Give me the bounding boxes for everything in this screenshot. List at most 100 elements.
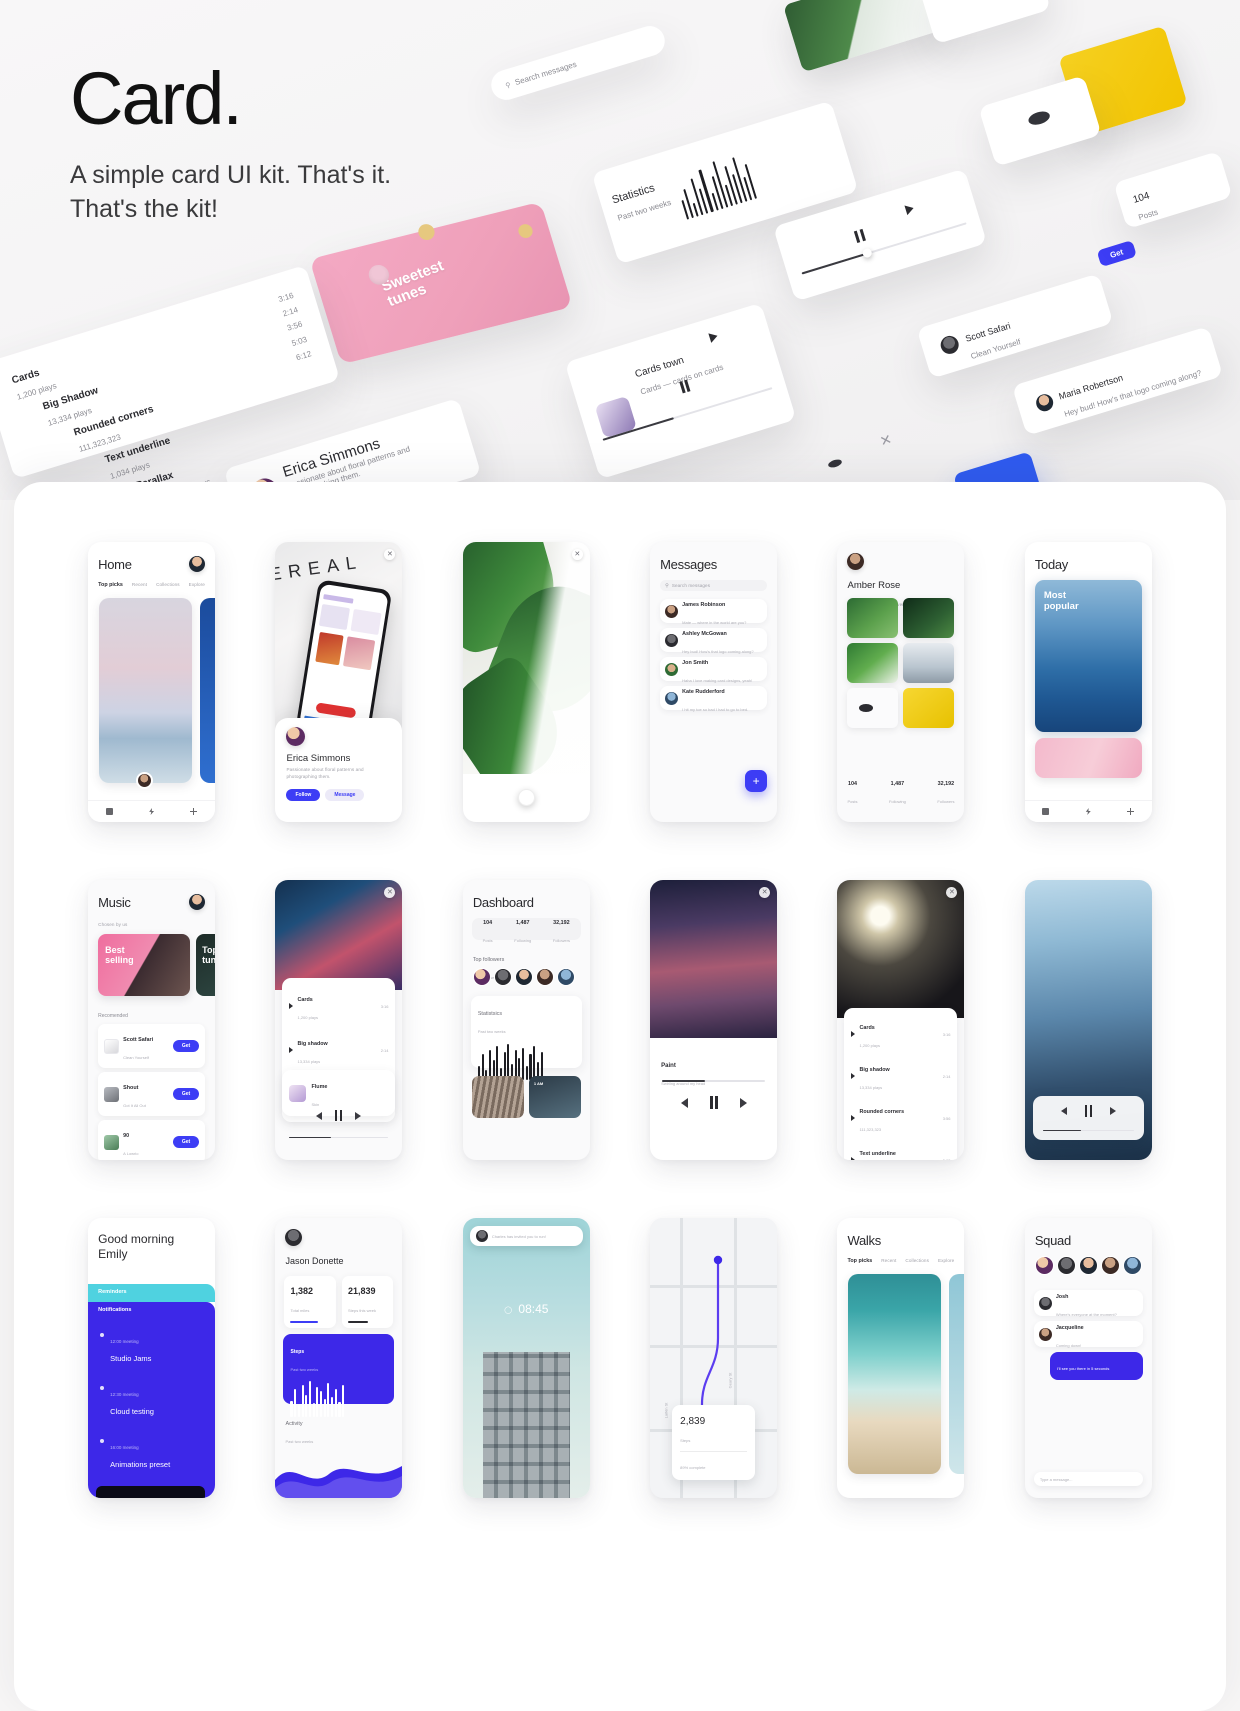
today-feature-card[interactable]: Most popular [1034,580,1142,732]
bolt-icon[interactable] [149,808,155,815]
card-invite-timer[interactable]: Charles has invited you to run! ◯ 08:45 [462,1218,590,1498]
shutter-button[interactable] [517,789,535,806]
home-icon[interactable] [1042,808,1050,815]
walks-featured-image-next[interactable] [949,1274,965,1474]
player-controls[interactable] [650,1096,777,1109]
card-messages[interactable]: Messages ⚲ Search messages James Robinso… [650,542,778,822]
tab-recent[interactable]: Recent [132,582,147,588]
photo-thumb[interactable] [847,688,899,728]
prev-icon[interactable] [680,1097,688,1108]
progress-bar[interactable] [289,1136,389,1138]
tab-top-picks[interactable]: Top picks [98,582,123,588]
card-mic-player[interactable]: ✕ Cards 1,200 plays 3:16 Big shadow 13,3… [837,880,965,1160]
today-second-card[interactable] [1034,738,1142,778]
track-row[interactable]: Rounded corners 111,323,323 3:56 [851,1097,950,1139]
photo-thumb[interactable] [903,643,955,683]
next-icon[interactable] [1109,1107,1116,1115]
media-tile-1[interactable] [471,1076,524,1118]
prev-icon[interactable] [316,1111,323,1120]
tab-top-picks[interactable]: Top picks [847,1258,872,1264]
message-button[interactable]: Message [325,788,365,801]
card-today[interactable]: Today Most popular [1024,542,1152,822]
bottom-nav[interactable] [1024,800,1152,822]
card-plant-photo[interactable]: ✕ [462,542,590,822]
card-good-morning[interactable]: Good morning Emily Reminders Notificatio… [88,1218,216,1498]
plus-icon[interactable] [190,808,198,815]
player-controls[interactable] [1033,1096,1144,1117]
photo-grid[interactable] [847,598,955,728]
bolt-icon[interactable] [1085,808,1091,815]
card-profile-amber[interactable]: Amber Rose Minimal photography lover 104… [837,542,965,822]
floating-progress-knob[interactable] [861,247,873,259]
avatar[interactable] [556,968,575,986]
play-icon[interactable] [851,1157,856,1160]
get-button[interactable]: Get [172,1088,200,1100]
media-tile-2[interactable]: 1 AM [528,1076,581,1118]
play-icon[interactable] [851,1115,856,1121]
chat-input[interactable]: Type a message... [1033,1472,1143,1486]
avatar[interactable] [1122,1256,1142,1275]
music-promo-top-tunes[interactable]: Top tunes [196,934,216,996]
floating-close-icon[interactable]: ✕ [878,431,894,451]
card-portrait-player[interactable]: ✕ Cards 1,200 plays 3:16 Big shadow 13,3… [275,880,403,1160]
next-icon[interactable] [355,1111,362,1120]
card-map[interactable]: Geary St Larkin St 2,839 Steps 89% compl… [650,1218,778,1498]
walks-featured-image[interactable] [848,1274,942,1474]
music-list-item[interactable]: Shout Got It All Out Get [98,1072,206,1116]
event-card[interactable]: 22:30 event Dekmantel. [96,1486,206,1498]
chat-message[interactable]: Jacqueline Coming down! [1033,1321,1143,1348]
tab-collections[interactable]: Collections [905,1258,929,1264]
tab-explore[interactable]: Explore [938,1258,954,1264]
mic-tracklist[interactable]: Cards 1,200 plays 3:16 Big shadow 13,334… [844,1008,958,1160]
card-mountain-player[interactable] [1024,880,1152,1160]
avatar[interactable] [189,556,206,572]
followers-avatars[interactable] [472,968,575,986]
track-row[interactable]: Big shadow 13,334 plays 2:14 [289,1028,388,1072]
card-paint-player[interactable]: ✕ Paint Swirling around my head [650,880,778,1160]
pause-icon[interactable] [335,1110,343,1121]
chat-message[interactable]: Josh Where's everyone at the moment? [1033,1290,1143,1317]
pause-icon[interactable] [1084,1105,1092,1117]
squad-avatars[interactable] [1034,1256,1142,1275]
home-featured-image-next[interactable] [200,598,216,783]
floating-progress-bar[interactable] [801,222,967,275]
player-controls[interactable] [275,1110,402,1121]
event-item[interactable]: 12:00 meeting Studio Jams [100,1330,205,1366]
card-music[interactable]: Music Chosen by us Best selling Top tune… [88,880,216,1160]
next-icon[interactable] [708,330,719,343]
track-row[interactable]: Cards 1,200 plays 3:16 [851,1013,950,1055]
search-input[interactable]: ⚲ Search messages [660,580,768,591]
music-promo-best-selling[interactable]: Best selling [98,934,191,996]
photo-thumb[interactable] [847,598,899,638]
close-icon[interactable]: ✕ [571,549,583,560]
home-icon[interactable] [105,808,113,815]
home-featured-image[interactable] [99,598,193,783]
photo-thumb[interactable] [903,598,955,638]
get-button[interactable]: Get [172,1136,200,1148]
card-profile-erica[interactable]: EREAL ✕ Erica Simmons Passionate about f… [275,542,403,822]
invite-banner[interactable]: Charles has invited you to run! [469,1226,583,1246]
notifications-panel[interactable]: Notifications 12:00 meeting Studio Jams … [88,1302,216,1498]
event-item[interactable]: 12:30 meeting Cloud testing [100,1383,205,1419]
avatar[interactable] [472,968,491,986]
avatar[interactable] [493,968,512,986]
card-summary[interactable]: Jason Donette Your summary 1,382 Total m… [275,1218,403,1498]
avatar[interactable] [514,968,533,986]
follow-button[interactable]: Follow [286,788,321,801]
avatar[interactable] [1034,1256,1054,1275]
photo-thumb[interactable] [847,643,899,683]
card-squad[interactable]: Squad Josh Where's everyone at the momen… [1024,1218,1152,1498]
track-row[interactable]: Text underline 1,034 plays 5:03 [851,1139,950,1160]
message-thread[interactable]: Kate Rudderford I hit my toe so bad I ha… [660,686,768,712]
music-list-item[interactable]: 90 A Lowrio Get [98,1120,206,1160]
play-icon[interactable] [289,1047,294,1053]
avatar[interactable] [1100,1256,1120,1275]
plus-icon[interactable] [1127,808,1135,815]
card-dashboard[interactable]: Dashboard 104 Posts 1,487 Following 32,1… [462,880,590,1160]
prev-icon[interactable] [1060,1107,1067,1115]
photo-thumb[interactable] [903,688,955,728]
tab-collections[interactable]: Collections [156,582,180,588]
play-icon[interactable] [851,1031,856,1037]
progress-bar[interactable] [662,1080,766,1082]
bottom-nav[interactable] [88,800,216,822]
